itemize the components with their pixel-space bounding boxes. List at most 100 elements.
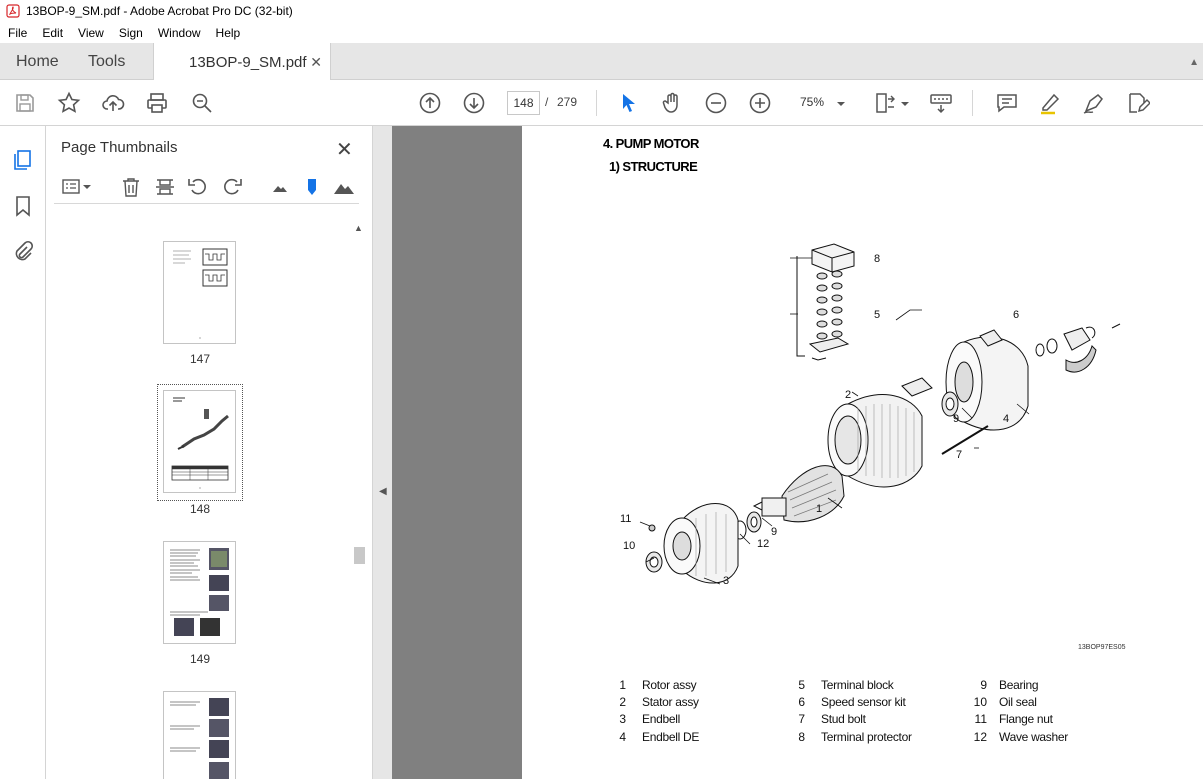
legend-label: Terminal block: [821, 678, 894, 692]
window-title: 13BOP-9_SM.pdf - Adobe Acrobat Pro DC (3…: [26, 4, 293, 18]
options-menu-icon[interactable]: [61, 176, 83, 198]
options-dropdown-icon[interactable]: [82, 176, 92, 198]
menu-sign[interactable]: Sign: [111, 26, 150, 40]
tab-scroll-icon[interactable]: ▲: [1189, 57, 1199, 68]
callout-6: 6: [1013, 309, 1020, 321]
legend-label: Wave washer: [999, 730, 1068, 744]
next-page-icon[interactable]: [462, 91, 486, 115]
thumbnail-page-148[interactable]: [163, 390, 236, 493]
zoom-dropdown-icon[interactable]: [835, 94, 847, 118]
print-icon[interactable]: [145, 91, 169, 115]
callout-3: 3: [723, 575, 730, 587]
callout-10: 10: [623, 540, 636, 552]
toolbar-divider: [972, 90, 973, 116]
legend-label: Rotor assy: [642, 678, 697, 692]
edit-pdf-icon[interactable]: [1126, 91, 1152, 115]
thumbnail-label-149: 149: [189, 652, 211, 666]
thumbnail-scrollbar[interactable]: ▲: [351, 221, 367, 779]
callout-9-lower: 9: [771, 526, 778, 538]
tab-document[interactable]: 13BOP-9_SM.pdf ✕: [153, 43, 331, 81]
thumbnails-panel: Page Thumbnails ✕ 147 148 149 ▲: [46, 126, 373, 779]
zoom-search-icon[interactable]: [190, 91, 214, 115]
rotate-counterclockwise-icon[interactable]: [187, 176, 209, 198]
menu-edit[interactable]: Edit: [34, 26, 70, 40]
legend-label: Flange nut: [999, 712, 1053, 726]
callout-8: 8: [874, 253, 881, 265]
zoom-out-icon[interactable]: [704, 91, 728, 115]
legend-num: 10: [973, 695, 987, 709]
decrease-thumbnail-size-icon[interactable]: [269, 176, 291, 198]
page-fit-dropdown-icon[interactable]: [899, 94, 911, 118]
menu-help[interactable]: Help: [208, 26, 248, 40]
legend-label: Speed sensor kit: [821, 695, 906, 709]
tab-home[interactable]: Home: [16, 43, 59, 80]
thumbnail-page-150[interactable]: [163, 691, 236, 779]
highlight-pen-icon[interactable]: [1038, 91, 1062, 115]
menu-view[interactable]: View: [70, 26, 111, 40]
title-bar: 13BOP-9_SM.pdf - Adobe Acrobat Pro DC (3…: [0, 0, 1203, 22]
page-separator: /: [545, 95, 549, 109]
bookmark-star-icon[interactable]: [57, 91, 81, 115]
callout-9-upper: 9: [953, 413, 960, 425]
close-panel-icon[interactable]: ✕: [336, 137, 353, 162]
pdf-page: 4. PUMP MOTOR 1) STRUCTURE 8 5 6 2 9 4 7…: [522, 126, 1203, 779]
legend-label: Oil seal: [999, 695, 1037, 709]
bookmarks-icon[interactable]: [11, 194, 35, 218]
scroll-up-icon[interactable]: ▲: [354, 223, 363, 233]
save-icon[interactable]: [13, 91, 37, 115]
tab-document-label: 13BOP-9_SM.pdf: [189, 53, 307, 71]
legend-label: Endbell: [642, 712, 680, 726]
legend-num: 7: [798, 712, 805, 726]
tab-bar: Home Tools 13BOP-9_SM.pdf ✕ ▲: [0, 43, 1203, 81]
legend-label: Stator assy: [642, 695, 699, 709]
callout-11: 11: [620, 513, 632, 525]
legend-num: 1: [619, 678, 626, 692]
panel-collapse-handle[interactable]: ◀: [373, 126, 392, 779]
thumbnail-page-147[interactable]: [163, 241, 236, 344]
hand-tool-icon[interactable]: [660, 91, 684, 115]
thumbnail-147-preview: [173, 248, 228, 339]
menu-file[interactable]: File: [0, 26, 34, 40]
thumbnail-149-preview: [170, 548, 229, 636]
page-fit-icon[interactable]: [874, 91, 904, 115]
pump-motor-exploded-diagram: [639, 243, 1121, 585]
thumbnail-148-preview: [171, 397, 229, 489]
drawing-id: 13BOP97ES05: [1078, 644, 1126, 651]
extract-page-icon[interactable]: [154, 176, 176, 198]
zoom-in-icon[interactable]: [748, 91, 772, 115]
menu-window[interactable]: Window: [150, 26, 208, 40]
insert-marker-icon[interactable]: [301, 176, 323, 198]
acrobat-icon: [6, 4, 20, 18]
increase-thumbnail-size-icon[interactable]: [333, 176, 355, 198]
keyboard-scroll-icon[interactable]: [929, 91, 953, 115]
previous-page-icon[interactable]: [418, 91, 442, 115]
callout-7: 7: [956, 449, 963, 461]
legend-num: 4: [619, 730, 626, 744]
page-thumbnails-icon[interactable]: [11, 148, 35, 172]
thumbnail-page-149[interactable]: [163, 541, 236, 644]
callout-5: 5: [874, 309, 881, 321]
navigation-rail: [0, 126, 46, 779]
tab-tools[interactable]: Tools: [88, 43, 125, 80]
select-cursor-icon[interactable]: [617, 91, 641, 115]
callout-4: 4: [1003, 413, 1010, 425]
legend-label: Stud bolt: [821, 712, 866, 726]
attachments-icon[interactable]: [11, 240, 35, 264]
thumbnail-label-147: 147: [189, 352, 211, 366]
legend-label: Terminal protector: [821, 730, 912, 744]
page-number-input[interactable]: 148: [507, 91, 540, 115]
delete-page-icon[interactable]: [120, 176, 142, 198]
zoom-level-select[interactable]: 75%: [800, 95, 824, 109]
collapse-left-icon[interactable]: ◀: [379, 486, 387, 497]
rotate-clockwise-icon[interactable]: [221, 176, 243, 198]
draw-sign-icon[interactable]: [1082, 91, 1106, 115]
callout-12: 12: [757, 538, 770, 550]
upload-cloud-icon[interactable]: [101, 91, 125, 115]
legend-num: 12: [973, 730, 987, 744]
close-tab-icon[interactable]: ✕: [310, 54, 322, 71]
comment-icon[interactable]: [995, 91, 1019, 115]
scrollbar-thumb[interactable]: [354, 547, 365, 564]
legend-num: 2: [619, 695, 626, 709]
thumbnail-150-preview: [170, 698, 229, 779]
menu-bar: File Edit View Sign Window Help: [0, 22, 1203, 43]
